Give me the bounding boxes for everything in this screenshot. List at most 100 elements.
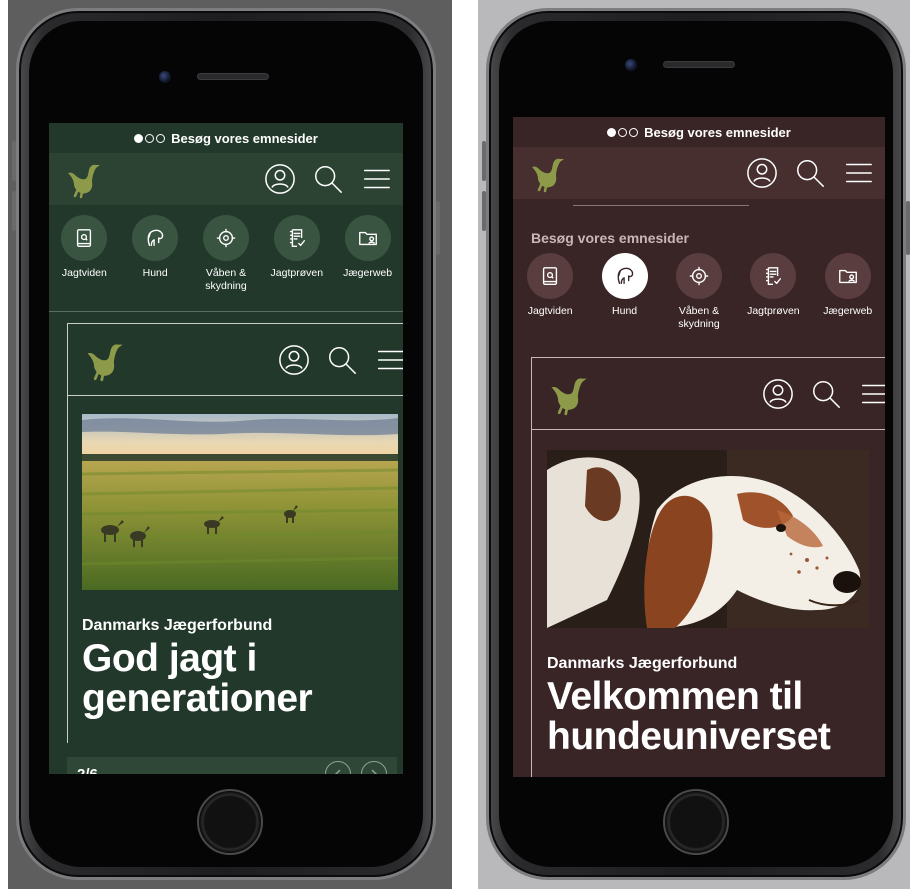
section-divider	[49, 311, 403, 312]
announcement-text[interactable]: Besøg vores emnesider	[644, 125, 791, 140]
user-icon[interactable]	[761, 377, 795, 411]
home-button[interactable]	[663, 789, 729, 855]
folder-user-icon	[357, 227, 379, 249]
category-circle[interactable]	[132, 215, 179, 261]
category-circle[interactable]	[527, 253, 574, 299]
volume-down-button[interactable]	[482, 191, 486, 231]
book-icon	[73, 227, 95, 249]
next-slide-button[interactable]	[361, 761, 387, 774]
slide-pager: 2/6	[67, 757, 397, 774]
logo-icon[interactable]	[527, 153, 567, 193]
topic-categories: Jagtviden Hund Våben & skydning Jagtprøve…	[49, 215, 403, 292]
power-button[interactable]	[906, 201, 910, 255]
user-icon[interactable]	[745, 156, 779, 190]
dot-2[interactable]	[618, 127, 628, 137]
announcement-bar[interactable]: Besøg vores emnesider	[49, 123, 403, 153]
category-jagtproeven[interactable]: Jagtprøven	[264, 215, 330, 292]
headline-line-1: God jagt i	[82, 637, 257, 680]
category-circle-active[interactable]	[601, 253, 648, 299]
dot-3[interactable]	[156, 133, 166, 143]
search-icon[interactable]	[311, 162, 345, 196]
front-camera	[625, 59, 637, 71]
dot-1[interactable]	[134, 133, 144, 143]
category-label: Jagtviden	[61, 267, 107, 279]
category-jagtproeven[interactable]: Jagtprøven	[740, 253, 806, 330]
search-icon[interactable]	[809, 377, 843, 411]
power-button[interactable]	[436, 201, 440, 255]
dog-icon	[144, 227, 166, 249]
category-circle[interactable]	[61, 215, 108, 261]
headline-line-2: hundeuniverset	[547, 714, 831, 758]
logo-icon[interactable]	[546, 372, 590, 416]
category-vaaben[interactable]: Våben & skydning	[193, 215, 259, 292]
earpiece-speaker	[197, 73, 269, 80]
menu-icon[interactable]	[373, 343, 403, 377]
category-label: Jægerweb	[823, 305, 873, 317]
category-jaegerweb[interactable]: Jægerweb	[815, 253, 881, 330]
hero-image	[547, 450, 869, 628]
carousel-dots[interactable]	[134, 133, 166, 143]
checklist-icon	[286, 227, 308, 249]
category-circle[interactable]	[824, 253, 871, 299]
category-label: Våben & skydning	[205, 267, 247, 292]
topic-categories: Jagtviden Hund Våben & skydning Jagtprøve…	[513, 253, 885, 330]
right-screen: Besøg vores emnesider Besøg vores emnesi…	[513, 117, 885, 777]
category-label: Jagtprøven	[270, 267, 324, 279]
prev-slide-button[interactable]	[325, 761, 351, 774]
site-header	[513, 147, 885, 199]
dog-icon	[614, 265, 636, 287]
category-circle[interactable]	[273, 215, 320, 261]
headline-line-1: Velkommen til	[547, 675, 803, 718]
announcement-text[interactable]: Besøg vores emnesider	[171, 131, 318, 146]
search-icon[interactable]	[325, 343, 359, 377]
deer-field-image	[82, 414, 398, 590]
category-label: Jægerweb	[343, 267, 393, 279]
earpiece-speaker	[663, 61, 735, 68]
book-icon	[539, 265, 561, 287]
category-jagtviden[interactable]: Jagtviden	[51, 215, 117, 292]
volume-up-button[interactable]	[482, 141, 486, 181]
category-label: Jagtviden	[527, 305, 573, 317]
menu-icon[interactable]	[359, 162, 393, 196]
announcement-bar[interactable]: Besøg vores emnesider	[513, 117, 885, 147]
menu-icon[interactable]	[857, 377, 885, 411]
left-screen: Besøg vores emnesider Jagtviden Hund Våb…	[49, 123, 403, 774]
home-button[interactable]	[197, 789, 263, 855]
category-circle[interactable]	[202, 215, 249, 261]
hero-headline[interactable]: Velkommen til hundeuniverset	[547, 675, 831, 758]
logo-icon[interactable]	[63, 159, 103, 199]
user-icon[interactable]	[277, 343, 311, 377]
pager-count: 2/6	[77, 765, 98, 775]
search-icon[interactable]	[793, 156, 827, 190]
volume-up-button[interactable]	[12, 141, 16, 181]
hero-kicker: Danmarks Jægerforbund	[82, 617, 273, 634]
checklist-icon	[762, 265, 784, 287]
menu-icon[interactable]	[841, 156, 875, 190]
chevron-right-icon	[368, 768, 380, 774]
user-icon[interactable]	[263, 162, 297, 196]
spaniel-image	[547, 450, 869, 628]
dot-1[interactable]	[607, 127, 617, 137]
logo-icon[interactable]	[82, 338, 126, 382]
volume-down-button[interactable]	[12, 191, 16, 231]
category-vaaben[interactable]: Våben & skydning	[666, 253, 732, 330]
category-jagtviden[interactable]: Jagtviden	[517, 253, 583, 330]
site-header	[49, 153, 403, 205]
category-label: Hund	[612, 305, 638, 317]
dot-2[interactable]	[145, 133, 155, 143]
category-hund[interactable]: Hund	[122, 215, 188, 292]
headline-line-2: generationer	[82, 676, 313, 720]
category-circle[interactable]	[344, 215, 391, 261]
category-circle[interactable]	[750, 253, 797, 299]
embedded-header	[532, 358, 885, 430]
category-label: Våben & skydning	[678, 305, 720, 330]
crosshair-icon	[215, 227, 237, 249]
category-hund[interactable]: Hund	[592, 253, 658, 330]
hero-headline[interactable]: God jagt i generationer	[82, 637, 313, 720]
dot-3[interactable]	[629, 127, 639, 137]
category-jaegerweb[interactable]: Jægerweb	[335, 215, 401, 292]
carousel-dots[interactable]	[607, 127, 639, 137]
right-phone: Besøg vores emnesider Besøg vores emnesi…	[482, 8, 910, 880]
category-circle[interactable]	[675, 253, 722, 299]
hero-image	[82, 414, 398, 590]
